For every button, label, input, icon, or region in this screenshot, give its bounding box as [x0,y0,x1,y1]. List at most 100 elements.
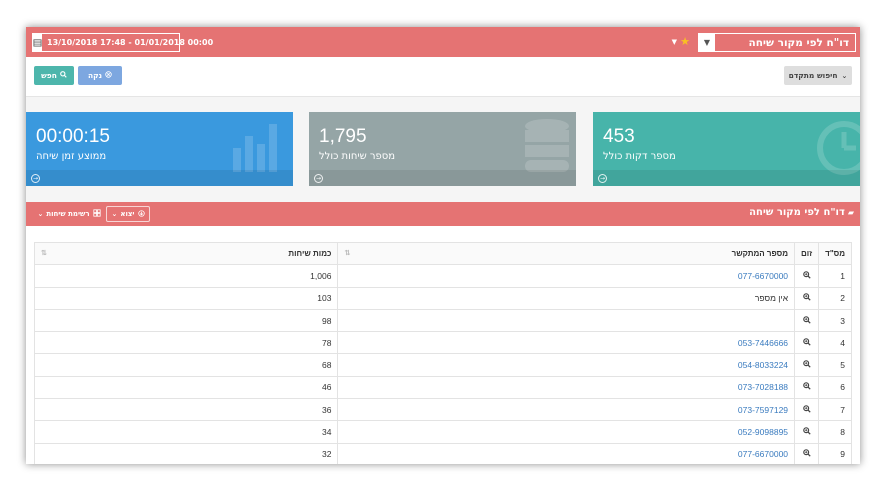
table-row: 98 3 [33,308,852,333]
card-footer[interactable]: → [593,170,860,186]
chevron-down-icon: ⌄ [841,71,848,80]
report-title-text: דו"ח לפי מקור שיחה [749,207,845,218]
report-selector-label: דו"ח לפי מקור שיחה [748,36,849,49]
top-header-bar: דו"ח לפי מקור שיחה ▼ ★ ▼ 13/10/2018 17:4… [26,27,860,57]
phone-number[interactable]: 077-6670000 [738,271,788,281]
table-row: 68 054-8033224 5 [33,353,852,377]
cell-phone[interactable]: 073-7597129 [337,398,796,422]
phone-number: אין מספר [754,293,789,304]
table-row: 103 אין מספר 2 [33,286,852,310]
star-icon[interactable]: ★ [680,35,690,48]
chevron-down-icon: ⌄ [37,210,44,218]
cell-zoom[interactable] [794,398,820,422]
grid-icon [92,209,101,219]
report-header-bar: ▰ דו"ח לפי מקור שיחה ⌄ יצוא ⌄ רשימת שיחו… [26,202,860,226]
advanced-search-label: חיפוש מתקדם [788,71,838,80]
cell-num: 7 [818,398,852,422]
cell-phone[interactable]: 053-7446666 [337,331,796,355]
arrow-right-circle-icon[interactable]: → [31,174,40,183]
cell-num: 1 [818,264,852,288]
table-header-row: ⇅ כמות שיחות מספר המתקשר ⇅ זום מס"ד [33,241,852,266]
phone-number[interactable]: 077-6670000 [738,449,788,459]
export-button[interactable]: ⌄ יצוא [106,206,150,222]
cell-zoom[interactable] [794,353,820,377]
cell-phone[interactable]: 073-7028188 [337,375,796,400]
cell-zoom[interactable] [794,264,820,288]
cell-phone[interactable]: 077-6670000 [337,442,796,464]
zoom-in-icon[interactable] [802,338,811,348]
total-calls-value: 1,795 [319,126,367,147]
cell-num: 8 [818,420,852,444]
card-footer[interactable]: → [309,170,576,186]
zoom-in-icon[interactable] [802,360,811,370]
arrow-right-circle-icon[interactable]: → [314,174,323,183]
report-selector[interactable]: דו"ח לפי מקור שיחה ▼ [698,33,856,52]
app-window: דו"ח לפי מקור שיחה ▼ ★ ▼ 13/10/2018 17:4… [26,27,860,464]
cell-zoom[interactable] [794,286,820,310]
cell-num: 4 [818,331,852,355]
report-title-icon: ▰ [847,208,854,217]
phone-number[interactable]: 054-8033224 [738,360,788,370]
zoom-in-icon[interactable] [802,449,811,459]
clear-button[interactable]: נקה [78,66,122,85]
cell-zoom[interactable] [794,375,820,400]
zoom-in-icon[interactable] [802,427,811,437]
clear-circle-icon [105,71,112,80]
search-toolbar: חפש נקה חיפוש מתקדם ⌄ [26,57,860,97]
cell-phone[interactable]: 052-9098895 [337,420,796,444]
search-button[interactable]: חפש [34,66,74,85]
cell-zoom[interactable] [794,420,820,444]
zoom-in-icon[interactable] [802,382,811,392]
column-header-phone[interactable]: מספר המתקשר ⇅ [337,241,796,266]
cell-count: 78 [33,331,339,355]
sort-icon[interactable]: ⇅ [344,249,350,257]
card-footer[interactable]: → [26,170,293,186]
database-icon [525,119,569,172]
total-minutes-value: 453 [603,126,635,147]
column-header-zoom: זום [794,241,820,266]
cell-count: 32 [33,442,339,464]
clear-button-label: נקה [87,71,103,80]
phone-number[interactable]: 073-7028188 [738,382,788,392]
chevron-down-icon: ⌄ [111,210,118,218]
total-minutes-label: מספר דקות כולל [603,151,676,162]
caret-down-icon[interactable]: ▼ [672,38,677,46]
phone-number[interactable]: 052-9098895 [738,427,788,437]
cell-phone [337,308,796,333]
cell-phone[interactable]: 054-8033224 [337,353,796,377]
table-row: 34 052-9098895 8 [33,420,852,444]
total-calls-label: מספר שיחות כולל [319,151,396,162]
zoom-in-icon[interactable] [802,293,811,303]
cell-count: 34 [33,420,339,444]
cell-zoom[interactable] [794,308,820,333]
sort-icon[interactable]: ⇅ [41,249,47,257]
calls-list-label: רשימת שיחות [46,210,90,218]
table-body: 1,006 077-6670000 1 103 אין מספר 2 98 3 78 053-74… [33,264,852,464]
zoom-in-icon[interactable] [802,404,811,415]
bar-chart-icon [233,124,277,172]
report-table-container: ⇅ כמות שיחות מספר המתקשר ⇅ זום מס"ד 1,00… [26,226,860,464]
date-range-picker[interactable]: 13/10/2018 17:48 - 01/01/2018 00:00 [32,33,213,52]
column-header-count[interactable]: ⇅ כמות שיחות [33,241,339,266]
cell-zoom[interactable] [794,331,820,355]
table-row: 78 053-7446666 4 [33,331,852,355]
cell-count: 98 [33,308,339,333]
cell-count: 36 [33,398,339,422]
search-icon [60,71,67,80]
avg-call-time-card: 00:00:15 ממוצע זמן שיחה → [26,112,293,186]
total-minutes-card: 453 מספר דקות כולל → [593,112,860,186]
zoom-in-icon[interactable] [802,271,811,281]
zoom-in-icon[interactable] [802,315,811,326]
cell-zoom[interactable] [794,442,820,464]
calls-list-button[interactable]: ⌄ רשימת שיחות [34,206,104,222]
phone-number[interactable]: 073-7597129 [738,405,788,415]
phone-number[interactable]: 053-7446666 [738,338,788,348]
cell-phone[interactable]: 077-6670000 [337,264,796,288]
arrow-right-circle-icon[interactable]: → [598,174,607,183]
report-table: ⇅ כמות שיחות מספר המתקשר ⇅ זום מס"ד 1,00… [33,241,852,464]
cell-count: 46 [33,375,339,400]
date-range-text: 13/10/2018 17:48 - 01/01/2018 00:00 [47,38,214,47]
table-row: 46 073-7028188 6 [33,375,852,400]
advanced-search-button[interactable]: חיפוש מתקדם ⌄ [784,66,852,85]
avg-call-time-value: 00:00:15 [36,126,110,147]
